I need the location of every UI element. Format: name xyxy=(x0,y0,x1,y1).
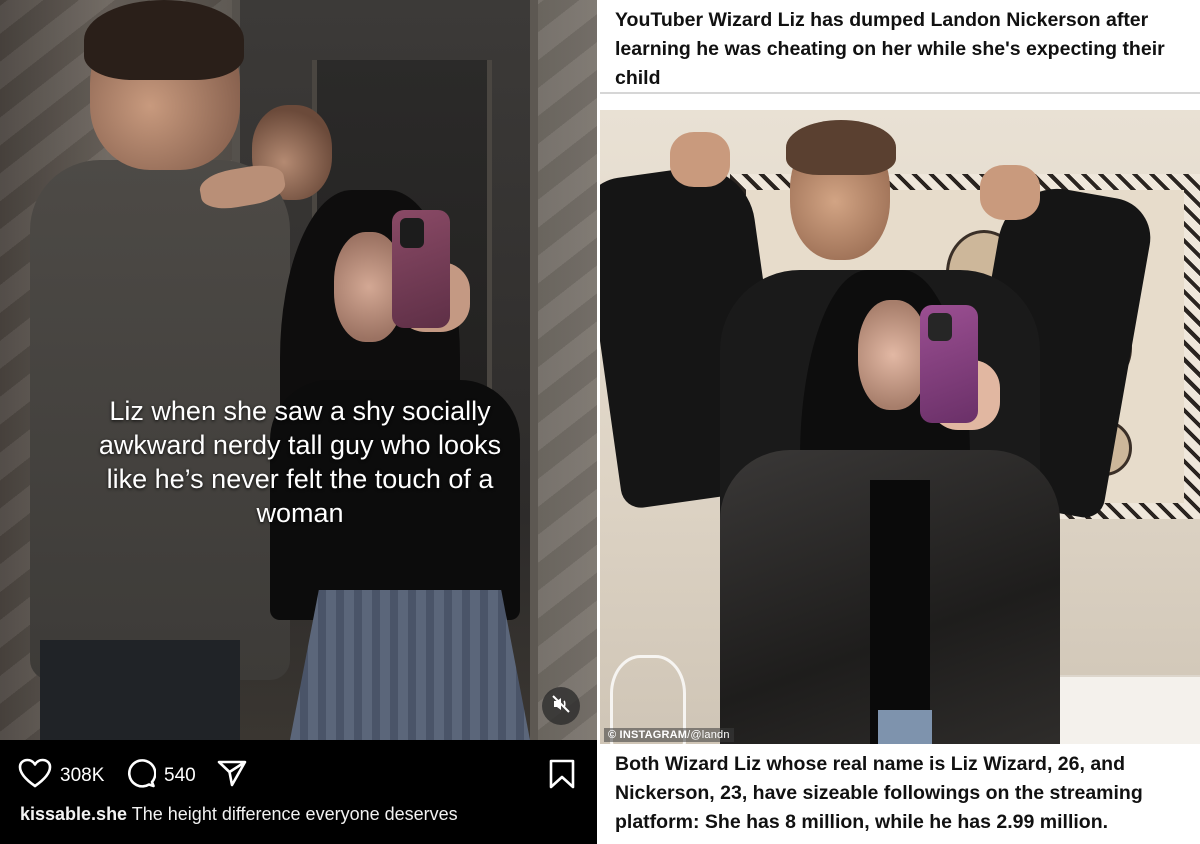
bookmark-icon xyxy=(548,758,576,796)
send-icon xyxy=(216,758,248,794)
like-button[interactable]: 308K xyxy=(18,758,104,794)
article-panel: YouTuber Wizard Liz has dumped Landon Ni… xyxy=(600,0,1200,844)
woman-face xyxy=(858,300,928,410)
phone xyxy=(920,305,978,423)
article-headline[interactable]: YouTuber Wizard Liz has dumped Landon Ni… xyxy=(615,6,1195,93)
muted-speaker-icon xyxy=(551,694,571,719)
mute-button[interactable] xyxy=(542,687,580,725)
photo-credit: © INSTAGRAM/@landn xyxy=(604,728,734,742)
caption-text: The height difference everyone deserves xyxy=(131,804,458,824)
article-body: Both Wizard Liz whose real name is Liz W… xyxy=(615,753,1143,833)
heart-icon xyxy=(18,758,52,794)
headline-divider xyxy=(600,92,1200,94)
man-hair xyxy=(786,120,896,175)
caption-username[interactable]: kissable.she xyxy=(20,804,127,824)
comment-icon xyxy=(126,758,157,794)
reel-action-bar: 308K 540 kissable.she The height differe… xyxy=(0,740,597,844)
reel-overlay-text: Liz when she saw a shy socially awkward … xyxy=(98,396,502,528)
reel-caption: kissable.she The height difference every… xyxy=(20,804,458,825)
save-button[interactable] xyxy=(548,758,576,796)
woman-top xyxy=(870,480,930,744)
shelf xyxy=(1060,675,1200,744)
like-count: 308K xyxy=(60,765,105,786)
share-button[interactable] xyxy=(216,758,248,794)
reel-video[interactable]: Liz when she saw a shy socially awkward … xyxy=(0,0,597,740)
man-legs xyxy=(40,640,240,740)
photo-credit-handle[interactable]: /@landn xyxy=(687,729,730,741)
man-left-fist xyxy=(670,132,730,187)
reel-panel: Liz when she saw a shy socially awkward … xyxy=(0,0,597,844)
woman-skirt xyxy=(290,590,530,740)
comment-button[interactable]: 540 xyxy=(126,758,196,794)
woman-jeans xyxy=(878,710,932,744)
photo-credit-source: © INSTAGRAM xyxy=(608,729,688,741)
article-photo[interactable] xyxy=(600,110,1200,744)
man-hair xyxy=(84,0,244,80)
comment-count: 540 xyxy=(164,765,196,786)
man-right-fist xyxy=(980,165,1040,220)
phone xyxy=(392,210,450,328)
